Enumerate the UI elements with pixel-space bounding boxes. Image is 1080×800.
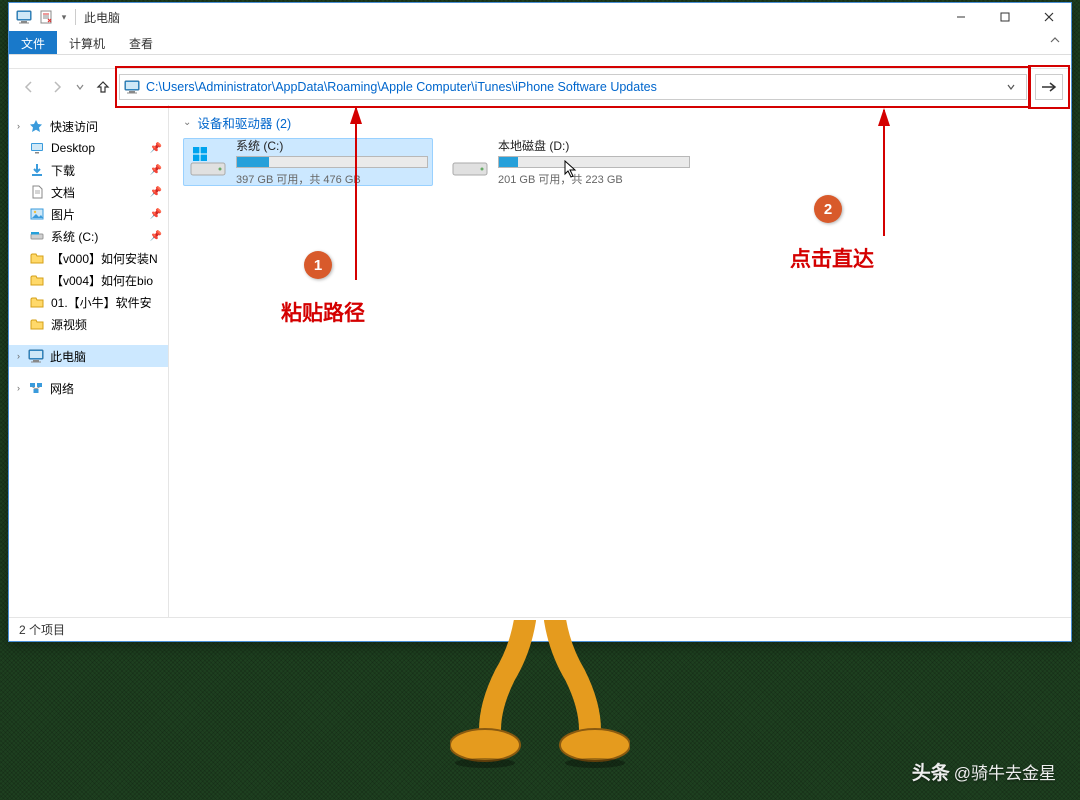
go-button[interactable]: [1035, 74, 1063, 100]
tab-computer[interactable]: 计算机: [57, 31, 117, 54]
drive-item-d[interactable]: 本地磁盘 (D:) 201 GB 可用，共 223 GB: [445, 138, 695, 186]
drive-name: 本地磁盘 (D:): [498, 137, 690, 154]
window-body: › 快速访问 Desktop 📌 下载 📌: [9, 105, 1071, 617]
pin-icon: 📌: [150, 143, 162, 154]
qat-properties-icon[interactable]: [37, 8, 55, 26]
sidebar-item-folder[interactable]: 源视频: [9, 313, 168, 335]
forward-button[interactable]: [45, 75, 69, 99]
drive-windows-icon: [188, 143, 228, 181]
sidebar-item-drive-c[interactable]: 系统 (C:) 📌: [9, 225, 168, 247]
sidebar-item-label: 快速访问: [50, 118, 98, 135]
tab-file[interactable]: 文件: [9, 31, 57, 54]
folder-icon: [29, 316, 45, 332]
desktop-icon: [29, 140, 45, 156]
ribbon-collapse-icon[interactable]: [1039, 31, 1071, 54]
maximize-button[interactable]: [983, 3, 1027, 31]
window-title: 此电脑: [84, 9, 120, 26]
pin-icon: 📌: [150, 209, 162, 220]
drive-icon: [29, 228, 45, 244]
thispc-icon: [28, 348, 44, 364]
address-bar: [119, 74, 1027, 100]
watermark-handle: @骑牛去金星: [954, 759, 1056, 784]
sidebar-item-label: 【v000】如何安装N: [51, 250, 158, 267]
sidebar-item-label: 此电脑: [50, 348, 86, 365]
sidebar-item-label: 源视频: [51, 316, 87, 333]
navigation-row: [9, 69, 1071, 105]
titlebar-divider: [75, 9, 76, 25]
watermark: 头条 @骑牛去金星: [912, 758, 1056, 785]
sidebar-item-folder[interactable]: 【v000】如何安装N: [9, 247, 168, 269]
titlebar: ▾ 此电脑: [9, 3, 1071, 31]
up-button[interactable]: [91, 75, 115, 99]
drive-info: 397 GB 可用，共 476 GB: [236, 171, 428, 187]
pin-icon: 📌: [150, 165, 162, 176]
sidebar-item-label: 系统 (C:): [51, 228, 98, 245]
sidebar-item-label: 下载: [51, 162, 75, 179]
content-area[interactable]: ⌄ 设备和驱动器 (2) 系统 (C:): [169, 105, 1071, 617]
drives-list: 系统 (C:) 397 GB 可用，共 476 GB 本地磁盘 (D:): [183, 138, 1057, 186]
download-icon: [29, 162, 45, 178]
chevron-right-icon: ›: [17, 121, 20, 131]
ribbon-strip: [9, 55, 1071, 69]
pictures-icon: [29, 206, 45, 222]
sidebar-item-folder[interactable]: 01.【小牛】软件安: [9, 291, 168, 313]
chevron-right-icon: ›: [17, 351, 20, 361]
qat-dropdown-icon[interactable]: ▾: [59, 8, 69, 26]
pin-icon: 📌: [150, 231, 162, 242]
navigation-pane: › 快速访问 Desktop 📌 下载 📌: [9, 105, 169, 617]
sidebar-this-pc[interactable]: › 此电脑: [9, 345, 168, 367]
sidebar-item-label: 【v004】如何在bio: [51, 272, 153, 289]
chevron-right-icon: ›: [17, 383, 20, 393]
address-history-dropdown-icon[interactable]: [1006, 82, 1026, 92]
folder-icon: [29, 272, 45, 288]
tab-view[interactable]: 查看: [117, 31, 165, 54]
recent-dropdown-icon[interactable]: [73, 75, 87, 99]
sidebar-item-folder[interactable]: 【v004】如何在bio: [9, 269, 168, 291]
drive-name: 系统 (C:): [236, 137, 428, 154]
sidebar-item-downloads[interactable]: 下载 📌: [9, 159, 168, 181]
thispc-addr-icon: [122, 77, 142, 97]
address-input[interactable]: [142, 76, 1006, 98]
drive-item-c[interactable]: 系统 (C:) 397 GB 可用，共 476 GB: [183, 138, 433, 186]
watermark-brand: 头条: [912, 758, 950, 785]
explorer-window: ▾ 此电脑 文件 计算机 查看: [8, 2, 1072, 642]
drive-info: 201 GB 可用，共 223 GB: [498, 171, 690, 187]
drive-usage-bar: [236, 156, 428, 168]
sidebar-quick-access[interactable]: › 快速访问: [9, 115, 168, 137]
sidebar-item-pictures[interactable]: 图片 📌: [9, 203, 168, 225]
sidebar-item-desktop[interactable]: Desktop 📌: [9, 137, 168, 159]
ribbon-tabs: 文件 计算机 查看: [9, 31, 1071, 55]
cartoon-figure: [450, 620, 630, 770]
sidebar-item-label: 图片: [51, 206, 75, 223]
close-button[interactable]: [1027, 3, 1071, 31]
sidebar-item-label: 文档: [51, 184, 75, 201]
thispc-icon: [15, 8, 33, 26]
network-icon: [28, 380, 44, 396]
document-icon: [29, 184, 45, 200]
section-title: 设备和驱动器 (2): [197, 113, 291, 132]
section-header[interactable]: ⌄ 设备和驱动器 (2): [183, 113, 1057, 132]
status-text: 2 个项目: [19, 621, 65, 638]
quick-access-icon: [28, 118, 44, 134]
chevron-down-icon: ⌄: [183, 117, 191, 128]
sidebar-item-label: 01.【小牛】软件安: [51, 294, 152, 311]
sidebar-network[interactable]: › 网络: [9, 377, 168, 399]
drive-usage-bar: [498, 156, 690, 168]
sidebar-item-label: Desktop: [51, 141, 95, 155]
system-buttons: [939, 3, 1071, 31]
folder-icon: [29, 250, 45, 266]
sidebar-item-documents[interactable]: 文档 📌: [9, 181, 168, 203]
minimize-button[interactable]: [939, 3, 983, 31]
drive-icon: [450, 143, 490, 181]
back-button[interactable]: [17, 75, 41, 99]
pin-icon: 📌: [150, 187, 162, 198]
folder-icon: [29, 294, 45, 310]
sidebar-item-label: 网络: [50, 380, 74, 397]
